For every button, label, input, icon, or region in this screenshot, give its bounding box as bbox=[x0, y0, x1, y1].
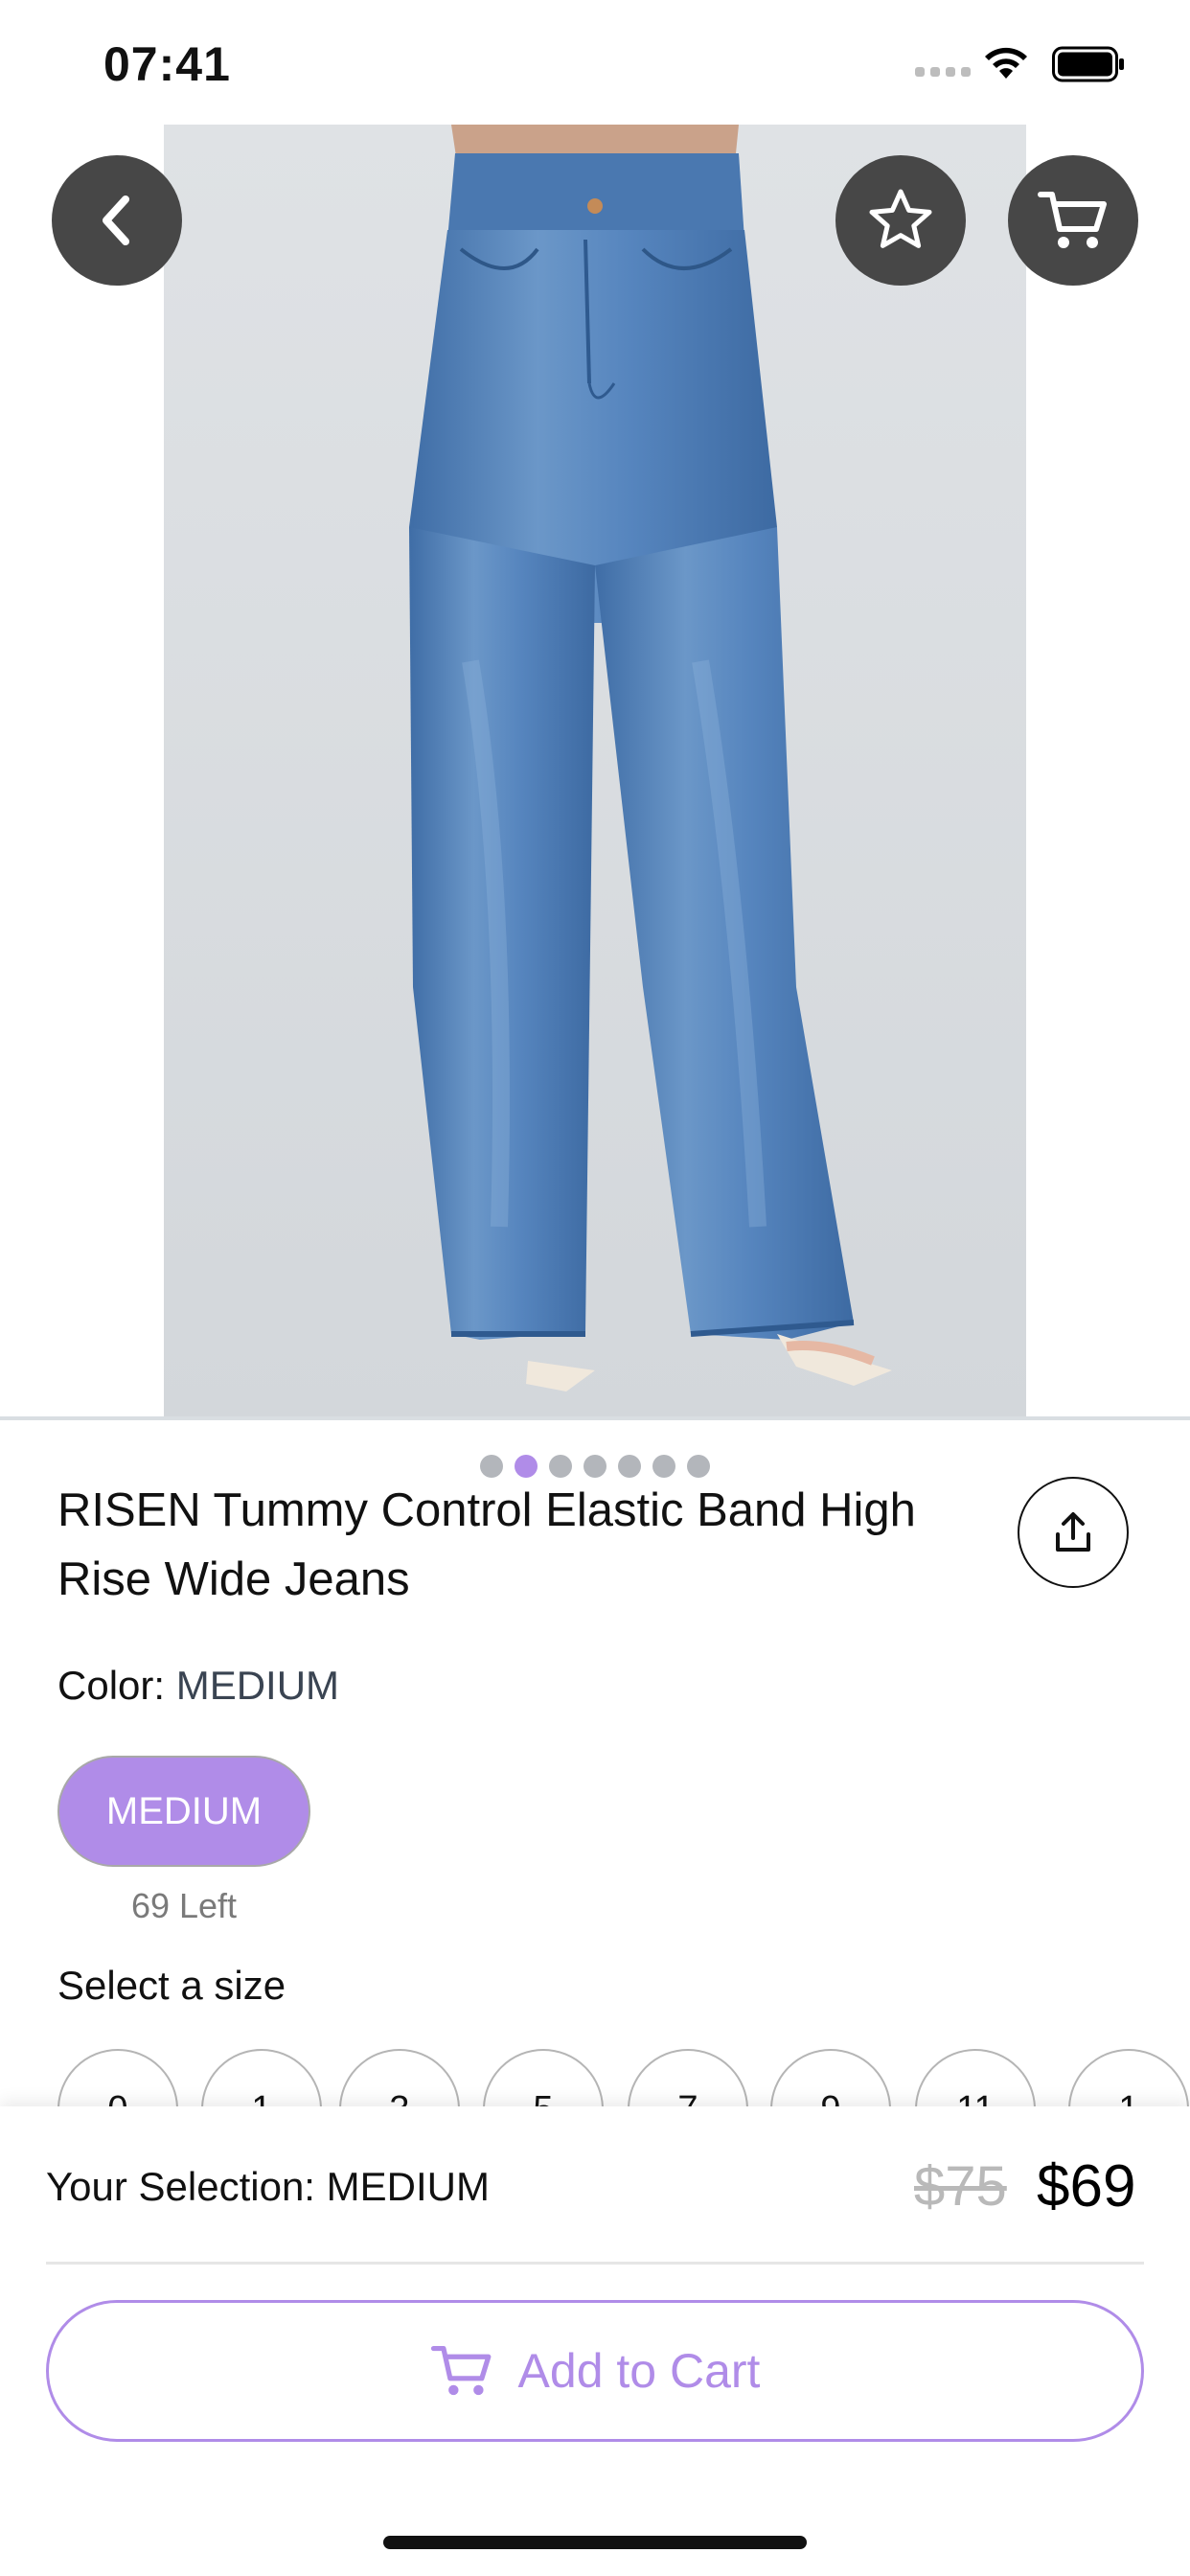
cart-outline-icon bbox=[430, 2345, 491, 2396]
wifi-icon bbox=[985, 47, 1027, 79]
back-arrow-icon bbox=[103, 196, 129, 245]
size-option[interactable]: 5 bbox=[483, 2049, 604, 2106]
color-line: Color: MEDIUM bbox=[57, 1663, 339, 1709]
color-swatch-medium[interactable]: MEDIUM bbox=[57, 1756, 310, 1867]
color-value: MEDIUM bbox=[175, 1663, 340, 1708]
product-title: RISEN Tummy Control Elastic Band High Ri… bbox=[57, 1484, 916, 1605]
size-label: Select a size bbox=[57, 1963, 286, 2008]
add-to-cart-button[interactable]: Add to Cart bbox=[46, 2300, 1144, 2442]
color-label: Color: bbox=[57, 1663, 176, 1708]
status-time: 07:41 bbox=[103, 37, 231, 91]
size-option[interactable]: 9 bbox=[770, 2049, 891, 2106]
share-icon bbox=[1056, 1512, 1090, 1552]
original-price: $75 bbox=[914, 2155, 1007, 2218]
cart-icon bbox=[1038, 192, 1107, 248]
add-to-cart-label: Add to Cart bbox=[517, 2344, 761, 2398]
page-dot[interactable] bbox=[686, 1455, 710, 1478]
product-photo[interactable] bbox=[164, 125, 1026, 1418]
product-image-gallery[interactable] bbox=[0, 125, 1190, 1497]
jeans-illustration bbox=[164, 125, 1026, 1418]
page-dot[interactable] bbox=[583, 1455, 606, 1478]
star-icon bbox=[869, 189, 932, 248]
home-indicator[interactable] bbox=[383, 2536, 807, 2549]
page-dot[interactable] bbox=[617, 1455, 641, 1478]
status-bar: 07:41 bbox=[0, 0, 1190, 125]
share-button[interactable] bbox=[1018, 1477, 1129, 1588]
size-option[interactable]: 11 bbox=[915, 2049, 1036, 2106]
size-option[interactable]: 1 bbox=[201, 2049, 322, 2106]
stock-count: 69 Left bbox=[130, 1886, 238, 1925]
size-option[interactable]: 1 bbox=[1068, 2049, 1189, 2106]
page-dot[interactable] bbox=[479, 1455, 503, 1478]
purchase-bar: Your Selection: MEDIUM $75 $69 Add to Ca… bbox=[0, 2106, 1190, 2576]
page-dot[interactable] bbox=[548, 1455, 572, 1478]
battery-icon bbox=[1052, 46, 1124, 82]
gallery-divider bbox=[0, 1416, 1190, 1420]
size-option[interactable]: 3 bbox=[339, 2049, 460, 2106]
page-dot[interactable] bbox=[652, 1455, 675, 1478]
selection-summary: Your Selection: MEDIUM bbox=[46, 2164, 490, 2209]
size-options: 0 1 3 5 7 9 11 1 bbox=[0, 2049, 1190, 2106]
favorite-button[interactable] bbox=[835, 155, 966, 286]
back-button[interactable] bbox=[52, 155, 182, 286]
size-option[interactable]: 7 bbox=[628, 2049, 748, 2106]
divider bbox=[46, 2262, 1144, 2265]
cart-button[interactable] bbox=[1008, 155, 1138, 286]
page-dot-active[interactable] bbox=[514, 1455, 538, 1478]
size-option[interactable]: 0 bbox=[57, 2049, 178, 2106]
sale-price: $69 bbox=[1037, 2153, 1136, 2220]
cellular-signal-icon bbox=[915, 67, 971, 77]
